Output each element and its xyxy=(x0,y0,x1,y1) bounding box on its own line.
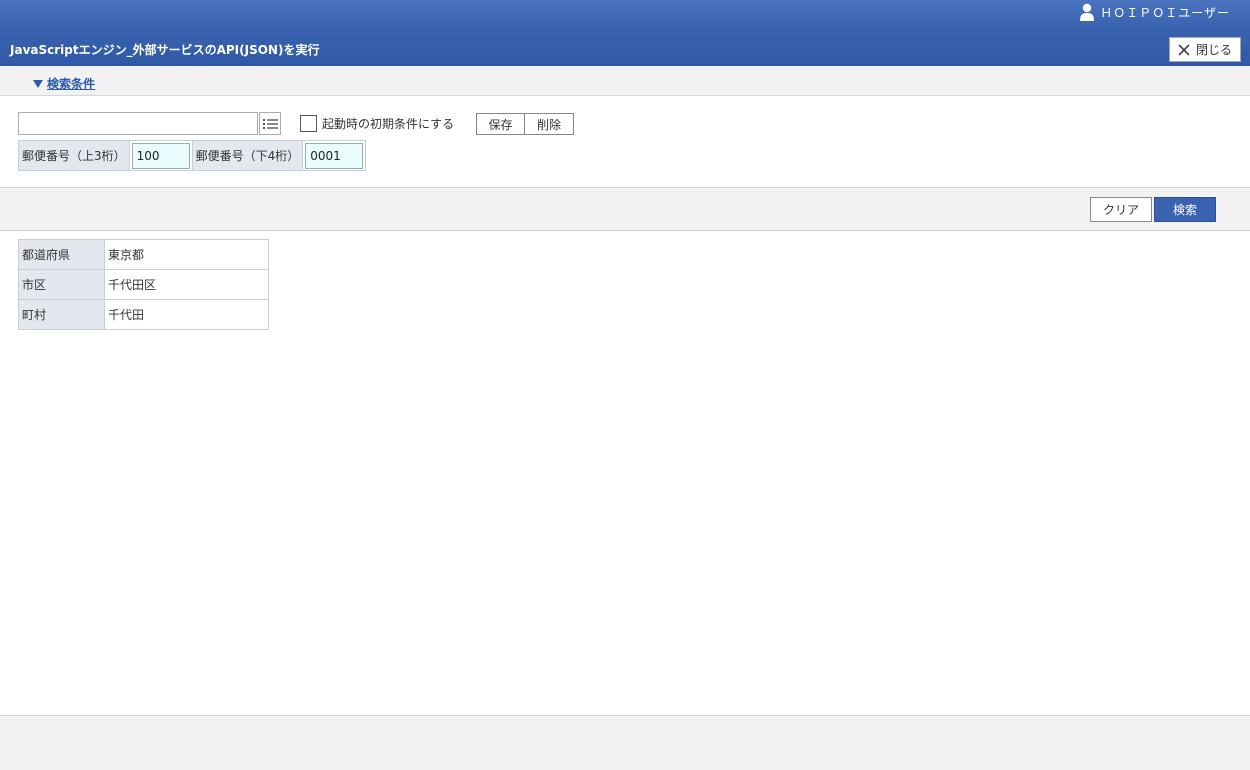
table-row: 都道府県 東京都 xyxy=(18,239,269,270)
zip-lower-input[interactable]: 0001 xyxy=(305,142,364,169)
clear-button[interactable]: クリア xyxy=(1090,197,1152,222)
zip-lower-cell: 0001 xyxy=(303,141,366,170)
zip-upper-label: 郵便番号（上3桁） xyxy=(19,141,130,170)
zip-upper-cell: 100 xyxy=(129,141,193,170)
condition-preset-input[interactable] xyxy=(18,112,258,135)
default-condition-option: 起動時の初期条件にする xyxy=(300,115,454,132)
user-icon xyxy=(1080,3,1095,21)
result-label-prefecture: 都道府県 xyxy=(18,239,105,270)
result-value-city: 千代田区 xyxy=(104,269,269,300)
page-title: JavaScriptエンジン_外部サービスのAPI(JSON)を実行 xyxy=(10,43,320,57)
search-button[interactable]: 検索 xyxy=(1154,197,1216,222)
preset-button-group: 保存 削除 xyxy=(476,113,574,135)
default-condition-label: 起動時の初期条件にする xyxy=(322,117,455,131)
table-row: 町村 千代田 xyxy=(18,299,269,330)
result-label-town: 町村 xyxy=(18,299,105,330)
triangle-down-icon xyxy=(33,79,43,88)
result-label-city: 市区 xyxy=(18,269,105,300)
search-condition-bar: 検索条件 xyxy=(0,66,1250,96)
close-icon xyxy=(1178,43,1190,56)
zip-upper-input[interactable]: 100 xyxy=(131,142,190,169)
list-icon xyxy=(262,118,278,129)
close-button-label: 閉じる xyxy=(1195,43,1232,57)
zip-lower-label: 郵便番号（下4桁） xyxy=(192,141,304,170)
result-table: 都道府県 東京都 市区 千代田区 町村 千代田 xyxy=(18,239,269,330)
search-condition-toggle[interactable]: 検索条件 xyxy=(33,75,95,92)
result-value-town: 千代田 xyxy=(104,299,269,330)
result-value-prefecture: 東京都 xyxy=(104,239,269,270)
user-name: ＨＯＩＰＯＩユーザー xyxy=(1100,5,1230,20)
table-row: 市区 千代田区 xyxy=(18,269,269,300)
save-button[interactable]: 保存 xyxy=(476,113,525,135)
close-button[interactable]: 閉じる xyxy=(1169,37,1241,62)
search-condition-toggle-label: 検索条件 xyxy=(47,77,96,91)
user-menu[interactable]: ＨＯＩＰＯＩユーザー xyxy=(1080,3,1230,21)
action-bar: クリア 検索 xyxy=(0,187,1250,231)
preset-list-button[interactable] xyxy=(259,112,281,135)
footer-bar xyxy=(0,715,1250,770)
delete-button[interactable]: 削除 xyxy=(525,113,574,135)
zip-code-form: 郵便番号（上3桁） 100 郵便番号（下4桁） 0001 xyxy=(18,140,367,171)
default-condition-checkbox[interactable] xyxy=(300,115,317,132)
app-header: ＨＯＩＰＯＩユーザー JavaScriptエンジン_外部サービスのAPI(JSO… xyxy=(0,0,1250,66)
